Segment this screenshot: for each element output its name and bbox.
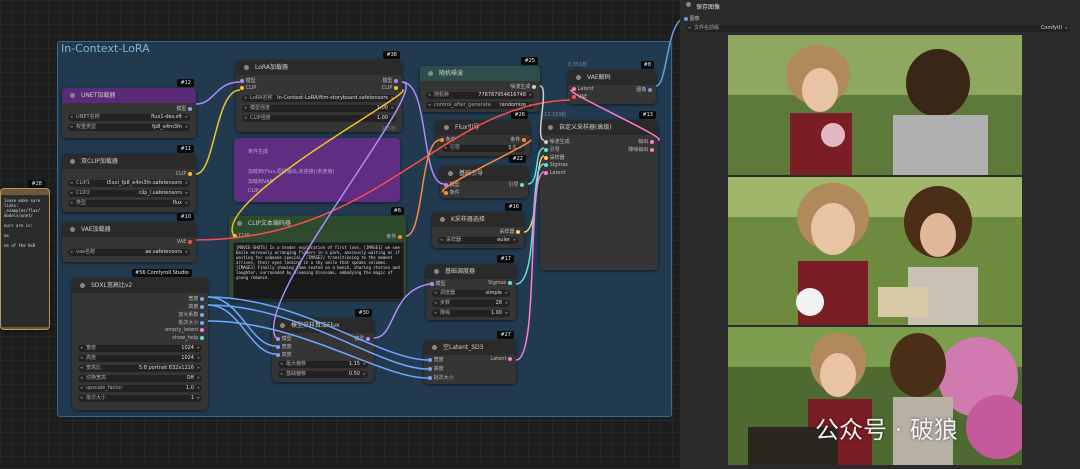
- wire-flux-cond: [442, 139, 532, 193]
- wechat-watermark: 公众号 · 破狼: [815, 416, 958, 444]
- storyboard-frame-1: [728, 35, 1022, 175]
- input-label: 图像: [689, 16, 700, 22]
- input-pin-icon[interactable]: [684, 16, 688, 21]
- node-title: 保存图像: [696, 4, 721, 11]
- wire-lora-clip: [231, 89, 404, 237]
- input-image[interactable]: 图像: [684, 15, 700, 22]
- wire-sampling-model: [373, 283, 431, 339]
- wire-lora-model-2: [272, 81, 407, 339]
- widget-label: 文件名前缀: [694, 25, 720, 31]
- widget-value: ComfyUI: [1040, 25, 1062, 31]
- collapse-dot-icon[interactable]: [686, 2, 691, 7]
- filename-prefix-widget[interactable]: 文件名前缀 ComfyUI: [686, 25, 1070, 32]
- wire-width-2: [207, 296, 429, 361]
- wire-sigmas: [515, 163, 545, 285]
- wire-vae: [195, 99, 571, 241]
- preview-image-1: [728, 35, 1022, 175]
- node-header[interactable]: 保存图像: [680, 0, 1080, 12]
- wire-latent: [515, 171, 545, 361]
- wire-clip-cond: [405, 139, 441, 237]
- storyboard-frame-2: [728, 177, 1022, 325]
- wire-output-latent: [570, 89, 660, 141]
- wire-noise: [539, 85, 545, 141]
- preview-image-2: [728, 177, 1022, 325]
